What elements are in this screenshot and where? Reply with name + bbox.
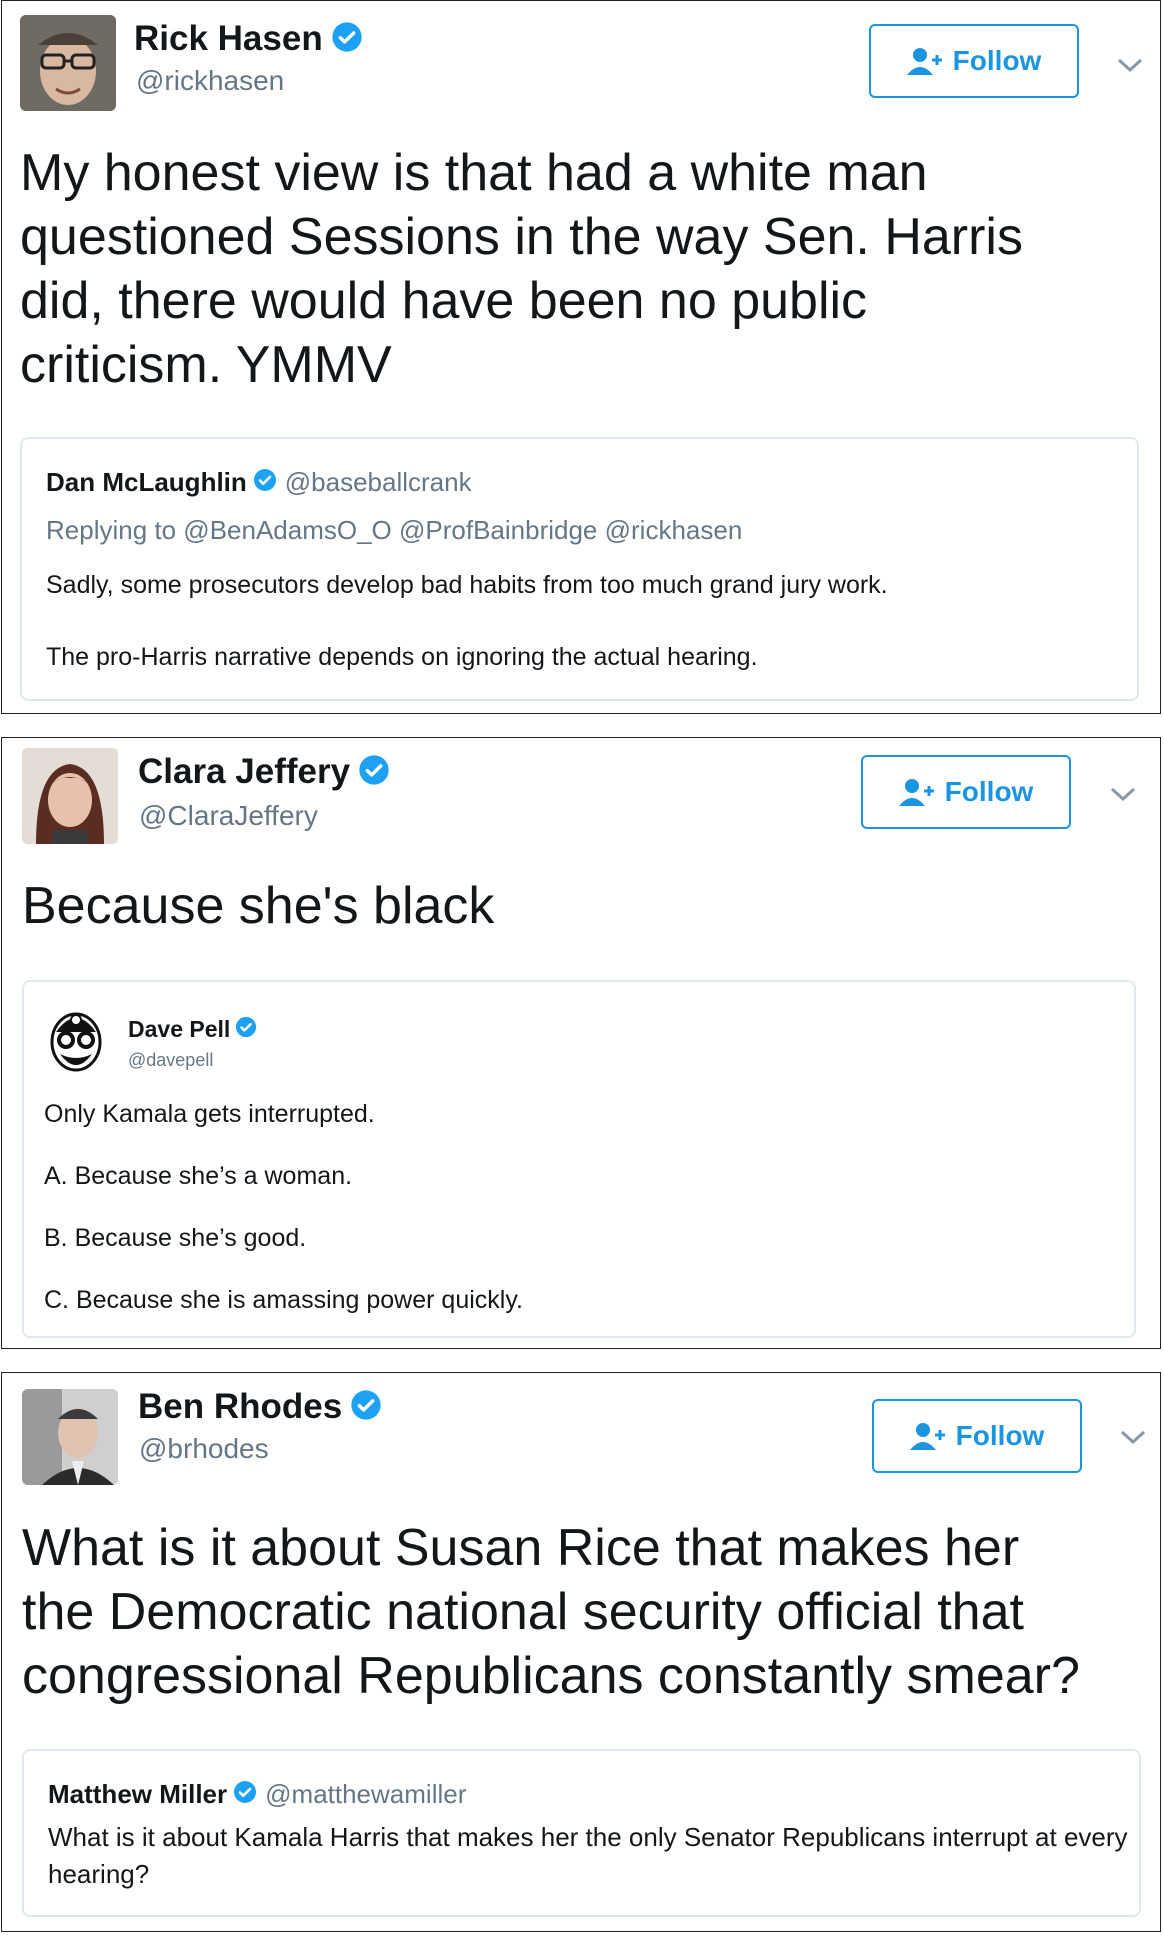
author-handle[interactable]: @ClaraJeffery	[139, 800, 318, 832]
quote-author-handle: @matthewamiller	[265, 1779, 467, 1809]
quote-text-line: The pro-Harris narrative depends on igno…	[46, 643, 758, 671]
author-handle[interactable]: @rickhasen	[136, 65, 284, 97]
tweet-card-rick-hasen: Rick Hasen @rickhasen Follow My honest v…	[1, 0, 1161, 714]
follow-label: Follow	[955, 1420, 1045, 1451]
verified-icon	[233, 1780, 257, 1809]
quoted-tweet[interactable]: Matthew Miller @matthewamiller What is i…	[22, 1749, 1141, 1917]
quote-author-name: Dan McLaughlin	[46, 467, 247, 497]
quote-author-handle: @baseballcrank	[284, 467, 472, 497]
verified-icon	[350, 1389, 382, 1426]
add-user-icon	[898, 779, 934, 806]
tweet-text: My honest view is that had a white man q…	[20, 144, 1023, 394]
quote-author-name: Matthew Miller	[48, 1779, 228, 1809]
avatar[interactable]	[20, 15, 116, 111]
quoted-tweet[interactable]: Dave Pell @davepell Only Kamala gets int…	[22, 980, 1136, 1338]
verified-icon	[253, 468, 277, 497]
follow-button[interactable]: Follow	[872, 1399, 1082, 1473]
add-user-icon	[906, 48, 942, 75]
quote-author-handle: @davepell	[128, 1050, 214, 1070]
avatar[interactable]	[22, 748, 118, 844]
author-name[interactable]: Ben Rhodes	[138, 1387, 342, 1427]
author-handle[interactable]: @brhodes	[139, 1433, 269, 1465]
tweet-card-ben-rhodes: Ben Rhodes @brhodes Follow What is it ab…	[1, 1372, 1161, 1932]
chevron-down-icon[interactable]	[1118, 1427, 1148, 1447]
quoted-tweet[interactable]: Dan McLaughlin @baseballcrank Replying t…	[20, 437, 1139, 701]
author-name[interactable]: Rick Hasen	[134, 19, 323, 59]
avatar[interactable]	[22, 1389, 118, 1485]
replying-to: Replying to @BenAdamsO_O @ProfBainbridge…	[46, 515, 743, 545]
quote-text: What is it about Kamala Harris that make…	[48, 1822, 1128, 1889]
follow-label: Follow	[952, 45, 1042, 76]
quote-text-line: A. Because she’s a woman.	[44, 1162, 353, 1190]
verified-icon	[235, 1016, 257, 1043]
verified-icon	[358, 754, 390, 791]
quote-author-name: Dave Pell	[128, 1016, 231, 1042]
follow-label: Follow	[944, 776, 1034, 807]
quote-text-line: C. Because she is amassing power quickly…	[44, 1286, 523, 1314]
quote-text-line: B. Because she’s good.	[44, 1224, 307, 1252]
tweet-text: Because she's black	[22, 877, 495, 935]
verified-icon	[331, 21, 363, 58]
author-name[interactable]: Clara Jeffery	[138, 752, 350, 792]
tweet-card-clara-jeffery: Clara Jeffery @ClaraJeffery Follow Becau…	[1, 737, 1161, 1349]
quote-text-line: Sadly, some prosecutors develop bad habi…	[46, 571, 888, 599]
tweet-text: What is it about Susan Rice that makes h…	[22, 1519, 1080, 1705]
chevron-down-icon[interactable]	[1108, 784, 1138, 804]
add-user-icon	[909, 1423, 945, 1450]
quote-text-line: Only Kamala gets interrupted.	[44, 1100, 375, 1128]
chevron-down-icon[interactable]	[1115, 55, 1145, 75]
quote-avatar	[46, 1006, 106, 1072]
follow-button[interactable]: Follow	[869, 24, 1079, 98]
follow-button[interactable]: Follow	[861, 755, 1071, 829]
